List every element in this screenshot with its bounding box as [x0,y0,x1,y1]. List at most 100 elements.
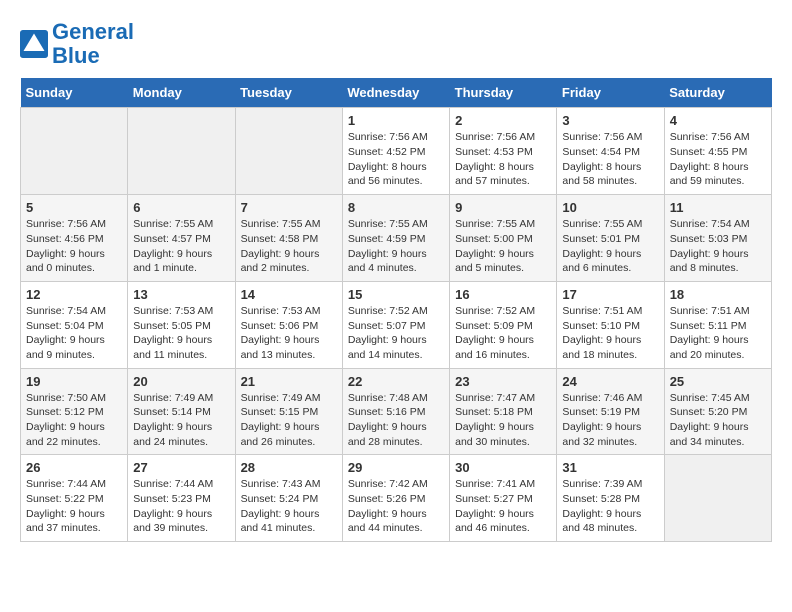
day-info: Sunrise: 7:56 AMSunset: 4:55 PMDaylight:… [670,130,766,189]
day-number: 6 [133,200,229,215]
calendar-cell: 16Sunrise: 7:52 AMSunset: 5:09 PMDayligh… [450,281,557,368]
day-info: Sunrise: 7:51 AMSunset: 5:11 PMDaylight:… [670,304,766,363]
calendar-cell: 1 Sunrise: 7:56 AMSunset: 4:52 PMDaylight… [342,108,449,195]
calendar-cell: 18 Sunrise: 7:51 AMSunset: 5:11 PMDayligh… [664,281,771,368]
day-info: Sunrise: 7:54 AMSunset: 5:03 PMDaylight:… [670,217,766,276]
day-info: Sunrise: 7:48 AMSunset: 5:16 PMDaylight:… [348,391,444,450]
day-info: Sunrise: 7:52 AMSunset: 5:07 PMDaylight:… [348,304,444,363]
calendar-body: 1 Sunrise: 7:56 AMSunset: 4:52 PMDaylight… [21,108,772,542]
day-of-week-monday: Monday [128,78,235,108]
day-number: 24 [562,374,658,389]
day-number: 23 [455,374,551,389]
calendar-cell: 12 Sunrise: 7:54 AMSunset: 5:04 PMDayligh… [21,281,128,368]
calendar-cell: 15 Sunrise: 7:52 AMSunset: 5:07 PMDayligh… [342,281,449,368]
days-header-row: SundayMondayTuesdayWednesdayThursdayFrid… [21,78,772,108]
day-number: 10 [562,200,658,215]
calendar-cell: 27Sunrise: 7:44 AMSunset: 5:23 PMDayligh… [128,455,235,542]
day-info: Sunrise: 7:56 AMSunset: 4:54 PMDaylight:… [562,130,658,189]
day-info: Sunrise: 7:54 AMSunset: 5:04 PMDaylight:… [26,304,122,363]
calendar-week-4: 19Sunrise: 7:50 AMSunset: 5:12 PMDayligh… [21,368,772,455]
logo: General Blue [20,20,134,68]
day-of-week-sunday: Sunday [21,78,128,108]
calendar-table: SundayMondayTuesdayWednesdayThursdayFrid… [20,78,772,542]
calendar-cell: 4 Sunrise: 7:56 AMSunset: 4:55 PMDaylight… [664,108,771,195]
day-number: 17 [562,287,658,302]
day-info: Sunrise: 7:43 AMSunset: 5:24 PMDaylight:… [241,477,337,536]
calendar-cell [128,108,235,195]
calendar-cell: 17Sunrise: 7:51 AMSunset: 5:10 PMDayligh… [557,281,664,368]
day-info: Sunrise: 7:45 AMSunset: 5:20 PMDaylight:… [670,391,766,450]
day-number: 7 [241,200,337,215]
calendar-cell: 8 Sunrise: 7:55 AMSunset: 4:59 PMDaylight… [342,195,449,282]
day-number: 3 [562,113,658,128]
day-number: 20 [133,374,229,389]
day-number: 5 [26,200,122,215]
calendar-cell: 20Sunrise: 7:49 AMSunset: 5:14 PMDayligh… [128,368,235,455]
day-info: Sunrise: 7:56 AMSunset: 4:53 PMDaylight:… [455,130,551,189]
day-number: 8 [348,200,444,215]
day-of-week-thursday: Thursday [450,78,557,108]
calendar-cell: 13Sunrise: 7:53 AMSunset: 5:05 PMDayligh… [128,281,235,368]
day-info: Sunrise: 7:55 AMSunset: 5:01 PMDaylight:… [562,217,658,276]
calendar-cell: 31Sunrise: 7:39 AMSunset: 5:28 PMDayligh… [557,455,664,542]
day-info: Sunrise: 7:55 AMSunset: 5:00 PMDaylight:… [455,217,551,276]
page-header: General Blue [20,20,772,68]
day-number: 26 [26,460,122,475]
day-info: Sunrise: 7:41 AMSunset: 5:27 PMDaylight:… [455,477,551,536]
day-info: Sunrise: 7:55 AMSunset: 4:57 PMDaylight:… [133,217,229,276]
day-number: 29 [348,460,444,475]
day-info: Sunrise: 7:42 AMSunset: 5:26 PMDaylight:… [348,477,444,536]
calendar-week-3: 12 Sunrise: 7:54 AMSunset: 5:04 PMDayligh… [21,281,772,368]
calendar-cell: 28 Sunrise: 7:43 AMSunset: 5:24 PMDayligh… [235,455,342,542]
day-number: 4 [670,113,766,128]
day-number: 13 [133,287,229,302]
calendar-cell: 25 Sunrise: 7:45 AMSunset: 5:20 PMDayligh… [664,368,771,455]
calendar-cell: 14Sunrise: 7:53 AMSunset: 5:06 PMDayligh… [235,281,342,368]
day-number: 12 [26,287,122,302]
day-of-week-friday: Friday [557,78,664,108]
day-info: Sunrise: 7:44 AMSunset: 5:22 PMDaylight:… [26,477,122,536]
day-number: 21 [241,374,337,389]
day-number: 28 [241,460,337,475]
calendar-week-5: 26 Sunrise: 7:44 AMSunset: 5:22 PMDayligh… [21,455,772,542]
day-number: 22 [348,374,444,389]
calendar-cell: 11 Sunrise: 7:54 AMSunset: 5:03 PMDayligh… [664,195,771,282]
day-number: 25 [670,374,766,389]
day-info: Sunrise: 7:46 AMSunset: 5:19 PMDaylight:… [562,391,658,450]
calendar-cell: 7 Sunrise: 7:55 AMSunset: 4:58 PMDaylight… [235,195,342,282]
day-number: 1 [348,113,444,128]
calendar-cell [21,108,128,195]
calendar-cell: 30 Sunrise: 7:41 AMSunset: 5:27 PMDayligh… [450,455,557,542]
day-info: Sunrise: 7:55 AMSunset: 4:59 PMDaylight:… [348,217,444,276]
day-number: 2 [455,113,551,128]
day-number: 30 [455,460,551,475]
calendar-week-1: 1 Sunrise: 7:56 AMSunset: 4:52 PMDaylight… [21,108,772,195]
day-info: Sunrise: 7:49 AMSunset: 5:15 PMDaylight:… [241,391,337,450]
calendar-cell: 26 Sunrise: 7:44 AMSunset: 5:22 PMDayligh… [21,455,128,542]
day-number: 11 [670,200,766,215]
day-number: 15 [348,287,444,302]
calendar-cell: 24 Sunrise: 7:46 AMSunset: 5:19 PMDayligh… [557,368,664,455]
logo-icon [20,30,48,58]
day-info: Sunrise: 7:56 AMSunset: 4:52 PMDaylight:… [348,130,444,189]
calendar-cell: 10 Sunrise: 7:55 AMSunset: 5:01 PMDayligh… [557,195,664,282]
calendar-cell: 3 Sunrise: 7:56 AMSunset: 4:54 PMDaylight… [557,108,664,195]
day-of-week-tuesday: Tuesday [235,78,342,108]
day-number: 27 [133,460,229,475]
day-info: Sunrise: 7:52 AMSunset: 5:09 PMDaylight:… [455,304,551,363]
day-number: 19 [26,374,122,389]
day-of-week-saturday: Saturday [664,78,771,108]
calendar-cell: 9 Sunrise: 7:55 AMSunset: 5:00 PMDaylight… [450,195,557,282]
day-info: Sunrise: 7:55 AMSunset: 4:58 PMDaylight:… [241,217,337,276]
day-of-week-wednesday: Wednesday [342,78,449,108]
day-number: 9 [455,200,551,215]
day-info: Sunrise: 7:47 AMSunset: 5:18 PMDaylight:… [455,391,551,450]
logo-text: General Blue [52,20,134,68]
calendar-cell: 29 Sunrise: 7:42 AMSunset: 5:26 PMDayligh… [342,455,449,542]
day-info: Sunrise: 7:39 AMSunset: 5:28 PMDaylight:… [562,477,658,536]
calendar-cell [664,455,771,542]
calendar-cell: 22 Sunrise: 7:48 AMSunset: 5:16 PMDayligh… [342,368,449,455]
calendar-cell [235,108,342,195]
day-number: 18 [670,287,766,302]
calendar-cell: 5Sunrise: 7:56 AMSunset: 4:56 PMDaylight… [21,195,128,282]
